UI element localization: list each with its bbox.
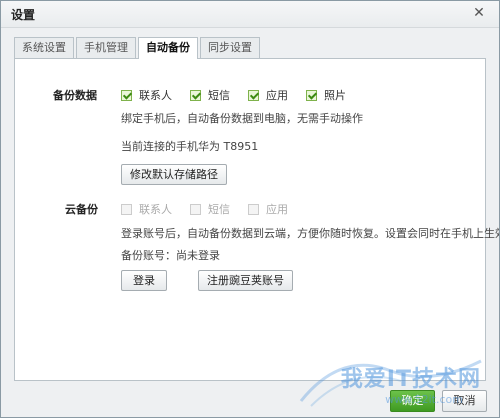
cloud-backup-options: 联系人 短信 应用 [121, 201, 306, 217]
backup-account-status: 备份账号：尚未登录 [121, 249, 220, 262]
ok-button[interactable]: 确定 [390, 390, 435, 412]
checkbox-label: 短信 [208, 203, 230, 216]
backup-data-label: 备份数据 [53, 89, 97, 102]
backup-data-options: 联系人 短信 应用 照片 [121, 87, 364, 103]
cloud-contacts-checkbox[interactable]: 联系人 [121, 201, 172, 217]
cancel-button[interactable]: 取消 [442, 390, 487, 412]
checkbox-label: 应用 [266, 89, 288, 102]
auto-backup-panel: 备份数据 联系人 短信 应用 照片 绑定手机后，自动备份数据到电脑，无需手动操作… [14, 58, 499, 381]
backup-apps-checkbox[interactable]: 应用 [248, 87, 288, 103]
checkbox-checked-icon [121, 89, 132, 101]
tab-bar: 系统设置 手机管理 自动备份 同步设置 [14, 37, 262, 59]
tab-sync-settings[interactable]: 同步设置 [200, 37, 260, 58]
backup-photos-checkbox[interactable]: 照片 [306, 87, 346, 103]
checkbox-unchecked-icon [121, 203, 132, 215]
login-button[interactable]: 登录 [121, 270, 167, 291]
backup-sms-checkbox[interactable]: 短信 [190, 87, 230, 103]
backup-description: 绑定手机后，自动备份数据到电脑，无需手动操作 [121, 112, 363, 125]
checkbox-label: 照片 [324, 89, 346, 102]
register-account-button[interactable]: 注册豌豆荚账号 [198, 270, 293, 291]
checkbox-label: 短信 [208, 89, 230, 102]
cloud-sms-checkbox[interactable]: 短信 [190, 201, 230, 217]
checkbox-checked-icon [306, 89, 317, 101]
checkbox-label: 应用 [266, 203, 288, 216]
tab-auto-backup[interactable]: 自动备份 [138, 37, 198, 59]
checkbox-unchecked-icon [190, 203, 201, 215]
current-phone-text: 当前连接的手机华为 T8951 [121, 140, 259, 153]
tab-phone-management[interactable]: 手机管理 [76, 37, 136, 58]
checkbox-unchecked-icon [248, 203, 259, 215]
cloud-backup-description: 登录账号后，自动备份数据到云端，方便你随时恢复。设置会同时在手机上生效。 [121, 227, 500, 240]
checkbox-checked-icon [190, 89, 201, 101]
close-icon[interactable]: ✕ [471, 5, 487, 21]
title-bar: 设置 ✕ [1, 1, 499, 28]
cloud-backup-label: 云备份 [65, 203, 98, 216]
cloud-apps-checkbox[interactable]: 应用 [248, 201, 288, 217]
backup-contacts-checkbox[interactable]: 联系人 [121, 87, 172, 103]
checkbox-label: 联系人 [139, 89, 172, 102]
window-title: 设置 [11, 8, 36, 22]
change-storage-path-button[interactable]: 修改默认存储路径 [121, 164, 227, 185]
settings-window: 设置 ✕ 系统设置 手机管理 自动备份 同步设置 备份数据 联系人 短信 应用 [0, 0, 500, 418]
tab-system-settings[interactable]: 系统设置 [14, 37, 74, 58]
checkbox-label: 联系人 [139, 203, 172, 216]
checkbox-checked-icon [248, 89, 259, 101]
